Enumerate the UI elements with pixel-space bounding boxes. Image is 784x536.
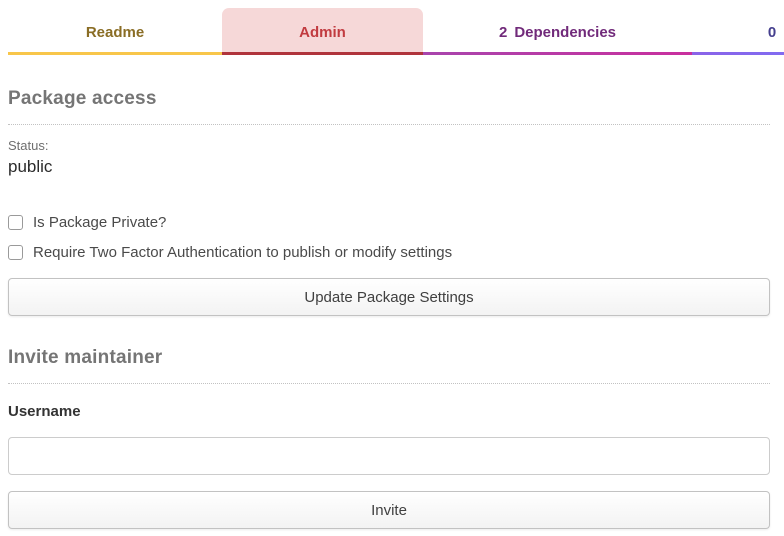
two-factor-checkbox-row: Require Two Factor Authentication to pub… bbox=[8, 244, 770, 261]
update-package-settings-button[interactable]: Update Package Settings bbox=[8, 278, 770, 316]
tab-dependents[interactable]: 0 bbox=[692, 0, 784, 55]
tab-dependencies-label: Dependencies bbox=[514, 24, 616, 41]
package-access-title: Package access bbox=[8, 88, 770, 110]
username-label: Username bbox=[8, 403, 770, 420]
tab-dependencies-count: 2 bbox=[499, 24, 507, 41]
invite-maintainer-section: Invite maintainer Username Invite bbox=[8, 347, 770, 529]
tab-admin-label: Admin bbox=[299, 24, 346, 41]
section-divider bbox=[8, 124, 770, 125]
require-two-factor-label[interactable]: Require Two Factor Authentication to pub… bbox=[33, 244, 452, 261]
tab-dependents-count: 0 bbox=[768, 24, 776, 41]
is-package-private-checkbox[interactable] bbox=[8, 215, 23, 230]
tab-readme[interactable]: Readme bbox=[8, 0, 222, 55]
status-label: Status: bbox=[8, 138, 770, 153]
section-divider bbox=[8, 383, 770, 384]
invite-button[interactable]: Invite bbox=[8, 491, 770, 529]
package-settings-checkboxes: Is Package Private? Require Two Factor A… bbox=[8, 214, 770, 261]
admin-panel: Package access Status: public Is Package… bbox=[0, 88, 784, 529]
tab-readme-label: Readme bbox=[86, 24, 144, 41]
username-input[interactable] bbox=[8, 437, 770, 475]
tab-dependencies[interactable]: 2 Dependencies bbox=[423, 0, 692, 55]
is-package-private-label[interactable]: Is Package Private? bbox=[33, 214, 166, 231]
status-value: public bbox=[8, 157, 770, 177]
package-tabbar: Readme Admin 2 Dependencies 0 bbox=[0, 0, 784, 55]
invite-maintainer-title: Invite maintainer bbox=[8, 347, 770, 369]
require-two-factor-checkbox[interactable] bbox=[8, 245, 23, 260]
private-checkbox-row: Is Package Private? bbox=[8, 214, 770, 231]
package-access-section: Package access Status: public Is Package… bbox=[8, 88, 770, 316]
tab-admin[interactable]: Admin bbox=[222, 0, 423, 55]
